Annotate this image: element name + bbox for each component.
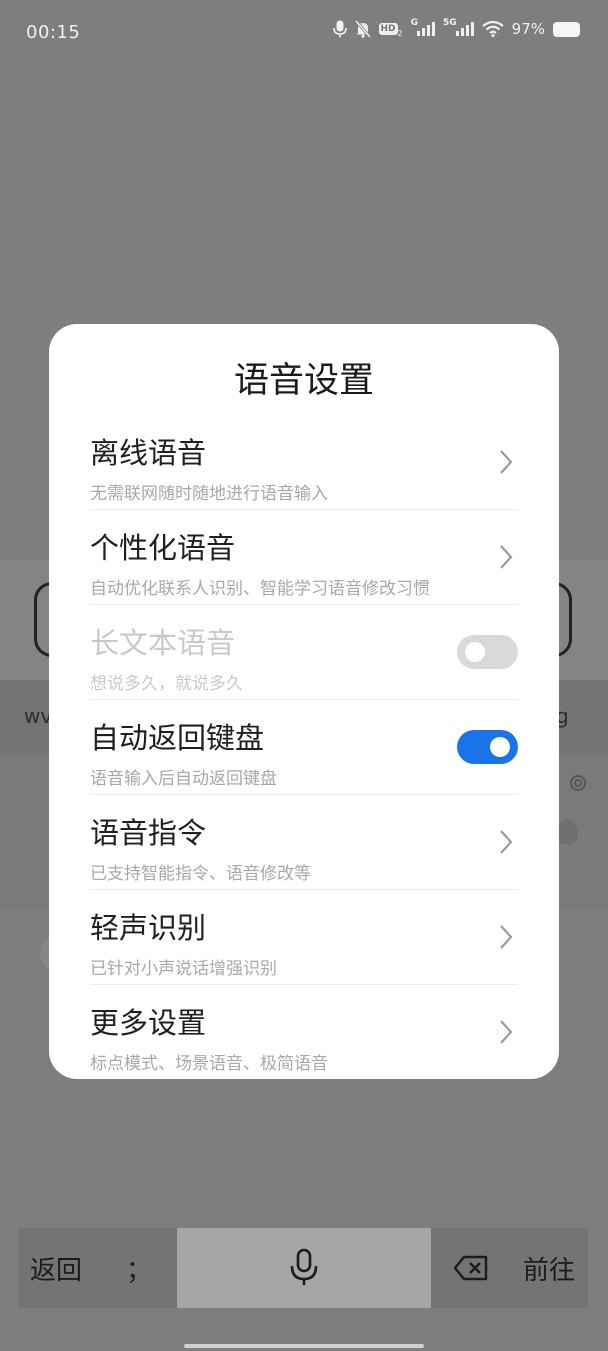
divider: [90, 604, 518, 605]
background-avatar-icon: [556, 820, 578, 844]
status-time: 00:15: [26, 22, 81, 43]
background-gear-icon: [570, 775, 586, 791]
auto-return-keyboard-toggle[interactable]: [457, 730, 518, 764]
microphone-icon: [290, 1248, 318, 1285]
row-label: 语音指令: [90, 816, 207, 850]
chevron-right-icon: [500, 450, 513, 474]
battery-level: 97%: [511, 20, 545, 38]
chevron-right-icon: [500, 830, 513, 854]
status-bar: 00:15 HD 2 G 5G 97%: [0, 0, 608, 66]
hd-sub: 2: [397, 28, 403, 38]
divider: [90, 794, 518, 795]
screen: wv g 00:15 HD 2 G 5G 97% 语音设置 离线语音 无需联网随…: [0, 0, 608, 1351]
toggle-knob: [490, 737, 510, 757]
chevron-right-icon: [500, 545, 513, 569]
punctuation-button[interactable]: ；: [126, 1250, 152, 1287]
divider: [90, 509, 518, 510]
voice-keyboard-bar: 返回 ； 前往: [18, 1228, 588, 1308]
row-description: 想说多久，就说多久: [90, 674, 243, 694]
go-button[interactable]: 前往: [523, 1250, 575, 1287]
row-offline-voice[interactable]: 离线语音 无需联网随时随地进行语音输入: [90, 430, 518, 525]
net1-label: G: [410, 18, 418, 28]
row-more-settings[interactable]: 更多设置 标点模式、场景语音、极简语音: [90, 1000, 518, 1095]
long-text-voice-toggle: [457, 635, 518, 669]
background-left-text: wv: [24, 704, 53, 728]
row-description: 已针对小声说话增强识别: [90, 959, 277, 979]
row-description: 标点模式、场景语音、极简语音: [90, 1054, 328, 1074]
row-label: 自动返回键盘: [90, 721, 265, 755]
keyboard-right-section: 前往: [431, 1228, 588, 1308]
toggle-knob: [465, 642, 485, 662]
hd-label: HD: [378, 23, 398, 35]
chevron-right-icon: [500, 1020, 513, 1044]
wifi-icon: [481, 21, 504, 37]
row-label: 离线语音: [90, 436, 207, 470]
signal-icon: G: [411, 18, 435, 36]
microphone-icon: [332, 20, 347, 38]
divider: [90, 699, 518, 700]
net2-label: 5G: [443, 18, 457, 28]
row-description: 已支持智能指令、语音修改等: [90, 864, 311, 884]
row-long-text-voice: 长文本语音 想说多久，就说多久: [90, 620, 518, 715]
row-voice-commands[interactable]: 语音指令 已支持智能指令、语音修改等: [90, 810, 518, 905]
row-label: 长文本语音: [90, 626, 236, 660]
row-auto-return-keyboard[interactable]: 自动返回键盘 语音输入后自动返回键盘: [90, 715, 518, 810]
row-label: 轻声识别: [90, 911, 207, 945]
row-whisper-recognition[interactable]: 轻声识别 已针对小声说话增强识别: [90, 905, 518, 1000]
back-button[interactable]: 返回: [30, 1250, 82, 1287]
row-description: 无需联网随时随地进行语音输入: [90, 484, 328, 504]
row-description: 语音输入后自动返回键盘: [90, 769, 277, 789]
chevron-right-icon: [500, 925, 513, 949]
divider: [90, 889, 518, 890]
home-indicator[interactable]: [184, 1344, 424, 1348]
row-label: 个性化语音: [90, 531, 236, 565]
microphone-button[interactable]: [177, 1228, 431, 1308]
hd-voice-icon: HD 2: [378, 23, 403, 38]
battery-icon: [553, 21, 580, 37]
keyboard-left-section: 返回 ；: [18, 1228, 177, 1308]
row-personalized-voice[interactable]: 个性化语音 自动优化联系人识别、智能学习语音修改习惯: [90, 525, 518, 620]
backspace-icon[interactable]: [453, 1255, 489, 1281]
signal-5g-icon: 5G: [443, 18, 474, 36]
divider: [90, 984, 518, 985]
dialog-title: 语音设置: [233, 361, 374, 401]
bell-muted-icon: [354, 20, 371, 38]
status-icons: HD 2 G 5G 97%: [332, 18, 580, 38]
row-label: 更多设置: [90, 1006, 207, 1040]
row-description: 自动优化联系人识别、智能学习语音修改习惯: [90, 579, 430, 599]
